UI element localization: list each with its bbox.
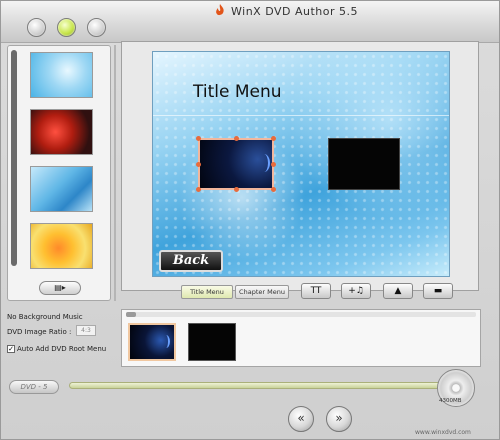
background-music-status: No Background Music xyxy=(7,313,83,321)
website-watermark: www.winxdvd.com xyxy=(415,429,471,436)
thumbnail-scrollbar[interactable] xyxy=(11,50,17,266)
strip-scrollbar[interactable] xyxy=(126,312,476,317)
resize-handle[interactable] xyxy=(271,187,276,192)
preview-divider-line xyxy=(153,115,449,116)
title-bar: WinX DVD Author 5.5 xyxy=(1,1,499,43)
background-thumbnail-light-blue[interactable] xyxy=(30,166,93,212)
app-window: WinX DVD Author 5.5 ▤▸ Title Menu Back T… xyxy=(0,0,500,440)
strip-scroll-knob[interactable] xyxy=(126,312,136,317)
auto-add-root-menu-checkbox[interactable]: ✓ xyxy=(7,345,15,353)
add-music-button[interactable]: +♫ xyxy=(341,283,371,299)
move-up-button[interactable]: ▲ xyxy=(383,283,413,299)
title-strip xyxy=(121,309,481,367)
disc-capacity-bar xyxy=(69,382,449,389)
resize-handle[interactable] xyxy=(196,187,201,192)
title-thumbnail[interactable] xyxy=(328,138,400,190)
tab-title-menu[interactable]: Title Menu xyxy=(181,285,233,299)
close-button[interactable] xyxy=(87,18,106,37)
tab-chapter-menu[interactable]: Chapter Menu xyxy=(235,285,289,299)
moon-shape xyxy=(258,154,270,172)
moon-shape xyxy=(162,335,170,348)
back-button[interactable]: Back xyxy=(159,250,223,272)
resize-handle[interactable] xyxy=(196,162,201,167)
resize-handle[interactable] xyxy=(271,162,276,167)
resize-handle[interactable] xyxy=(234,136,239,141)
add-background-button[interactable]: ▤▸ xyxy=(39,281,81,295)
background-thumbnail-blue[interactable] xyxy=(30,52,93,98)
panel-divider xyxy=(114,45,116,301)
previous-button[interactable]: « xyxy=(288,406,314,432)
flame-logo-icon xyxy=(216,4,224,16)
strip-thumbnail-selected[interactable] xyxy=(128,323,176,361)
resize-handle[interactable] xyxy=(271,136,276,141)
auto-add-root-menu-label: Auto Add DVD Root Menu xyxy=(17,345,107,353)
selected-title-thumbnail[interactable] xyxy=(196,136,276,192)
minimize-button[interactable] xyxy=(27,18,46,37)
dvd-image-ratio-label: DVD Image Ratio : xyxy=(7,328,72,336)
disc-capacity-label: 4300MB xyxy=(439,398,462,404)
dvd-type-badge[interactable]: DVD - 5 xyxy=(9,380,59,394)
next-button[interactable]: » xyxy=(326,406,352,432)
background-thumbnail-panel: ▤▸ xyxy=(7,45,111,301)
background-thumbnail-red[interactable] xyxy=(30,109,93,155)
maximize-button[interactable] xyxy=(57,18,76,37)
menu-preview: Title Menu Back xyxy=(152,51,450,277)
resize-handle[interactable] xyxy=(234,187,239,192)
remove-button[interactable]: ▬ xyxy=(423,283,453,299)
resize-handle[interactable] xyxy=(196,136,201,141)
dvd-image-ratio-select[interactable]: 4:3 xyxy=(76,325,96,336)
background-thumbnail-yellow[interactable] xyxy=(30,223,93,269)
menu-title-text[interactable]: Title Menu xyxy=(193,82,282,102)
add-text-button[interactable]: TT xyxy=(301,283,331,299)
window-title: WinX DVD Author 5.5 xyxy=(231,5,358,18)
strip-thumbnail[interactable] xyxy=(188,323,236,361)
